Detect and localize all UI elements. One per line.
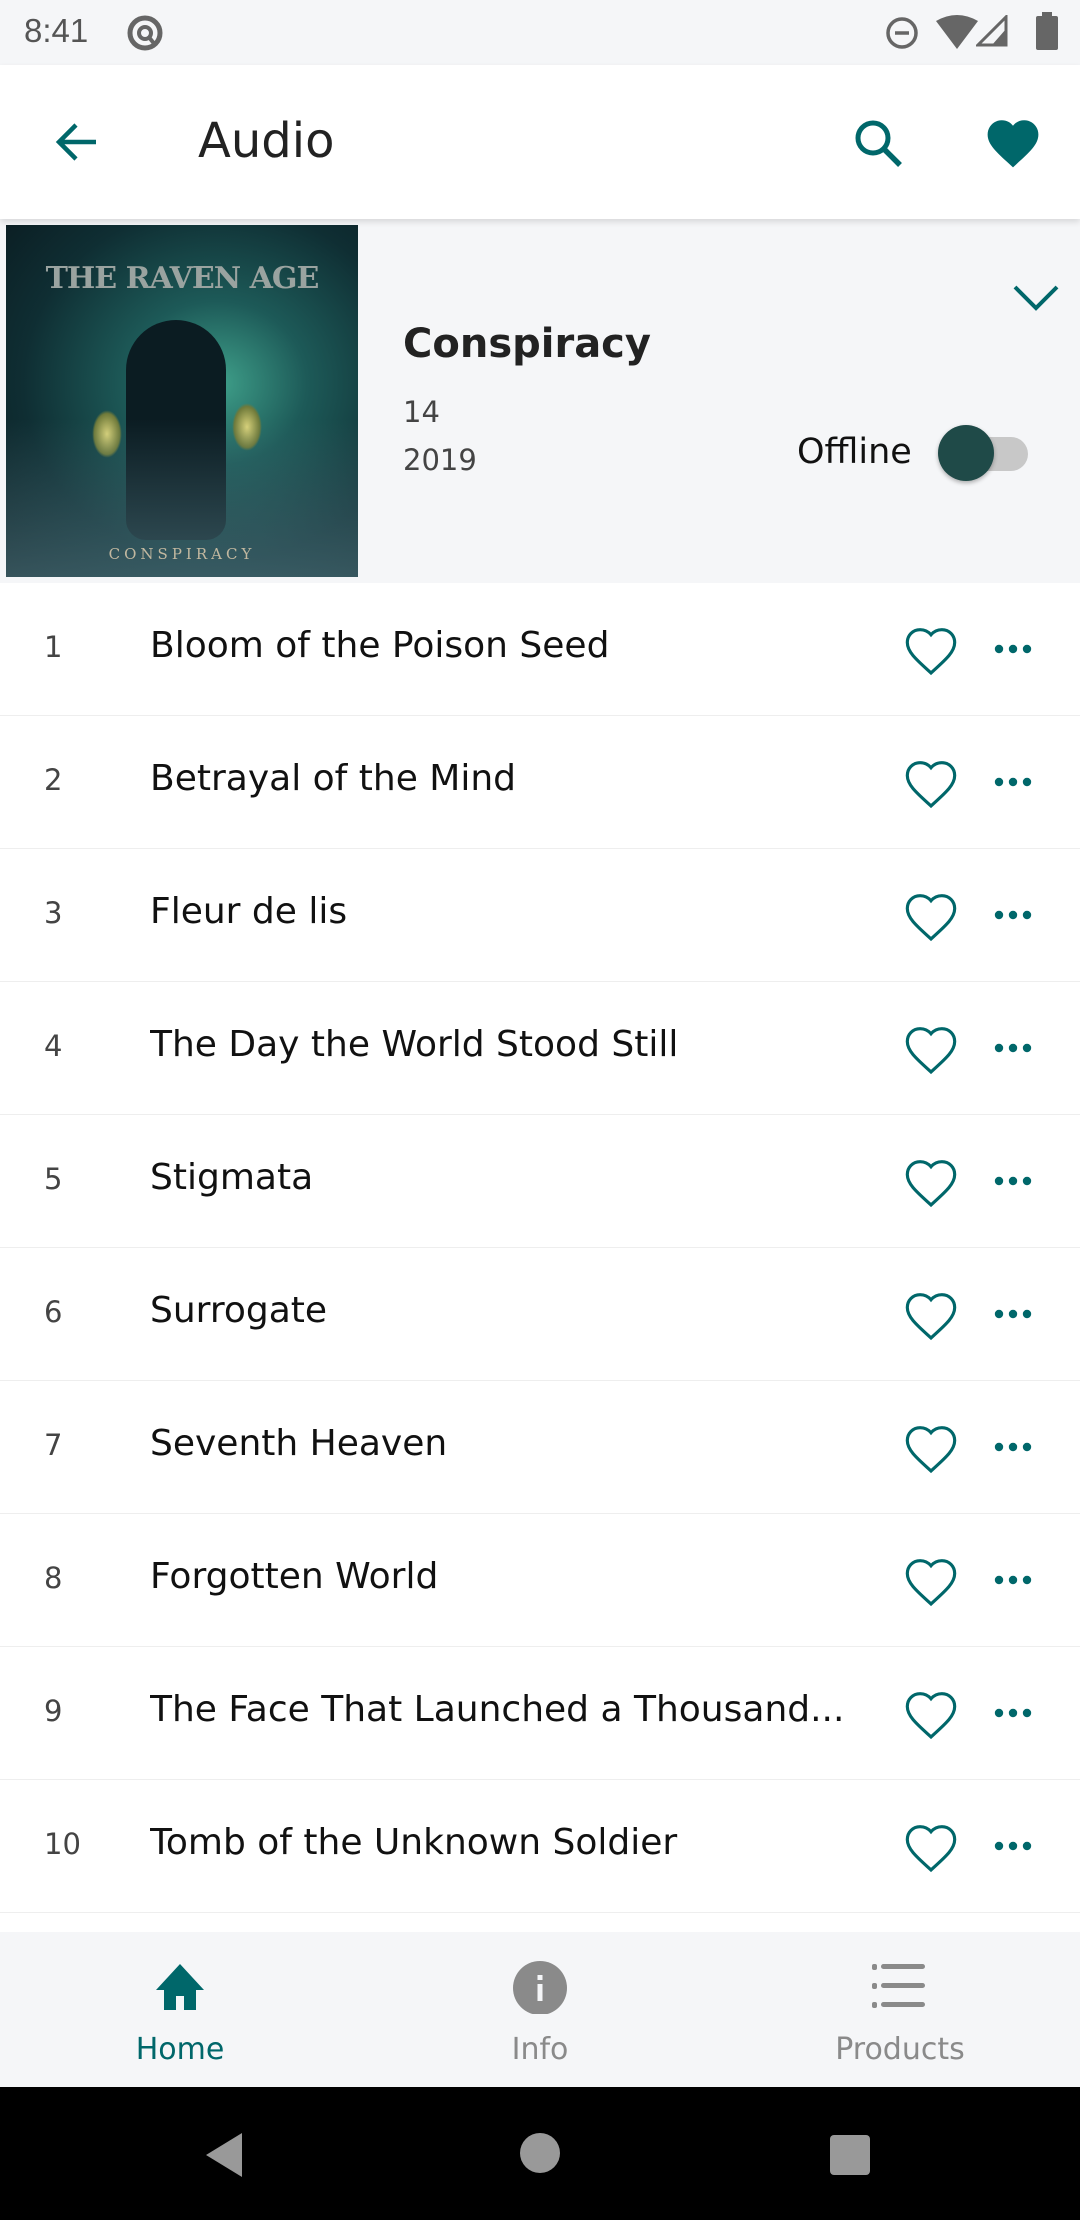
status-time: 8:41 — [24, 12, 89, 49]
do-not-disturb-icon — [886, 17, 918, 49]
heart-outline-icon[interactable] — [902, 889, 960, 943]
track-number: 1 — [44, 630, 63, 664]
battery-icon — [1036, 12, 1058, 50]
track-row[interactable]: 1 Bloom of the Poison Seed — [0, 583, 1080, 716]
cover-band-name: THE RAVEN AGE — [45, 261, 320, 296]
more-options-icon[interactable] — [994, 772, 1032, 792]
track-row[interactable]: 2 Betrayal of the Mind — [0, 716, 1080, 849]
app-bar: Audio — [0, 65, 1080, 219]
more-options-icon[interactable] — [994, 1703, 1032, 1723]
track-title: The Day the World Stood Still — [150, 1024, 679, 1065]
offline-label: Offline — [797, 432, 912, 472]
signal-icon — [976, 15, 1008, 47]
more-options-icon[interactable] — [994, 1038, 1032, 1058]
track-number: 10 — [44, 1827, 81, 1861]
more-options-icon[interactable] — [994, 1171, 1032, 1191]
list-icon — [872, 1964, 925, 2008]
track-title: The Face That Launched a Thousand... — [150, 1689, 845, 1730]
system-recents-button[interactable] — [829, 2134, 871, 2176]
track-title: Fleur de lis — [150, 891, 348, 932]
back-button[interactable] — [52, 117, 102, 167]
heart-outline-icon[interactable] — [902, 623, 960, 677]
at-sign-icon — [127, 15, 163, 51]
heart-filled-icon[interactable] — [984, 115, 1042, 169]
album-title: Conspiracy — [403, 321, 651, 367]
info-icon — [513, 1961, 567, 2014]
nav-products[interactable]: Products — [720, 1932, 1080, 2087]
track-number: 5 — [44, 1162, 63, 1196]
heart-outline-icon[interactable] — [902, 1022, 960, 1076]
heart-outline-icon[interactable] — [902, 1687, 960, 1741]
page-title: Audio — [198, 113, 335, 169]
more-options-icon[interactable] — [994, 1437, 1032, 1457]
more-options-icon[interactable] — [994, 905, 1032, 925]
nav-label: Info — [511, 2032, 569, 2067]
track-row[interactable]: 3 Fleur de lis — [0, 849, 1080, 982]
wifi-icon — [936, 15, 978, 49]
heart-outline-icon[interactable] — [902, 1820, 960, 1874]
offline-toggle-thumb[interactable] — [938, 425, 994, 481]
system-home-button[interactable] — [519, 2132, 561, 2174]
track-number: 4 — [44, 1029, 63, 1063]
search-icon[interactable] — [852, 117, 906, 171]
heart-outline-icon[interactable] — [902, 756, 960, 810]
track-title: Surrogate — [150, 1290, 328, 1331]
album-track-count: 14 — [403, 395, 440, 429]
track-title: Forgotten World — [150, 1556, 439, 1597]
track-number: 6 — [44, 1295, 63, 1329]
chevron-down-icon[interactable] — [1012, 283, 1060, 313]
heart-outline-icon[interactable] — [902, 1288, 960, 1342]
heart-outline-icon[interactable] — [902, 1155, 960, 1209]
nav-label: Home — [135, 2032, 225, 2067]
bottom-navigation: Home Info Products — [0, 1932, 1080, 2087]
more-options-icon[interactable] — [994, 1304, 1032, 1324]
heart-outline-icon[interactable] — [902, 1554, 960, 1608]
more-options-icon[interactable] — [994, 1570, 1032, 1590]
album-year: 2019 — [403, 443, 477, 477]
cover-subtitle: CONSPIRACY — [108, 545, 256, 563]
track-row[interactable]: 5 Stigmata — [0, 1115, 1080, 1248]
album-header: THE RAVEN AGE CONSPIRACY Conspiracy 14 2… — [0, 219, 1080, 583]
heart-outline-icon[interactable] — [902, 1421, 960, 1475]
track-row[interactable]: 9 The Face That Launched a Thousand... — [0, 1647, 1080, 1780]
track-title: Stigmata — [150, 1157, 314, 1198]
track-row[interactable]: 6 Surrogate — [0, 1248, 1080, 1381]
track-title: Betrayal of the Mind — [150, 758, 517, 799]
track-number: 8 — [44, 1561, 63, 1595]
track-number: 3 — [44, 896, 63, 930]
album-cover: THE RAVEN AGE CONSPIRACY — [6, 225, 358, 577]
track-row[interactable]: 8 Forgotten World — [0, 1514, 1080, 1647]
nav-label: Products — [835, 2032, 965, 2067]
nav-home[interactable]: Home — [0, 1932, 360, 2087]
home-icon — [156, 1964, 204, 2010]
track-row[interactable]: 10 Tomb of the Unknown Soldier — [0, 1780, 1080, 1913]
track-title: Seventh Heaven — [150, 1423, 448, 1464]
more-options-icon[interactable] — [994, 639, 1032, 659]
track-title: Bloom of the Poison Seed — [150, 625, 610, 666]
track-row[interactable]: 7 Seventh Heaven — [0, 1381, 1080, 1514]
track-title: Tomb of the Unknown Soldier — [150, 1822, 678, 1863]
system-back-button[interactable] — [204, 2132, 244, 2178]
nav-info[interactable]: Info — [360, 1932, 720, 2087]
track-row[interactable]: 4 The Day the World Stood Still — [0, 982, 1080, 1115]
more-options-icon[interactable] — [994, 1836, 1032, 1856]
track-number: 7 — [44, 1428, 63, 1462]
track-number: 2 — [44, 763, 63, 797]
status-bar: 8:41 — [0, 0, 1080, 65]
system-navigation-bar — [0, 2087, 1080, 2220]
track-number: 9 — [44, 1694, 63, 1728]
